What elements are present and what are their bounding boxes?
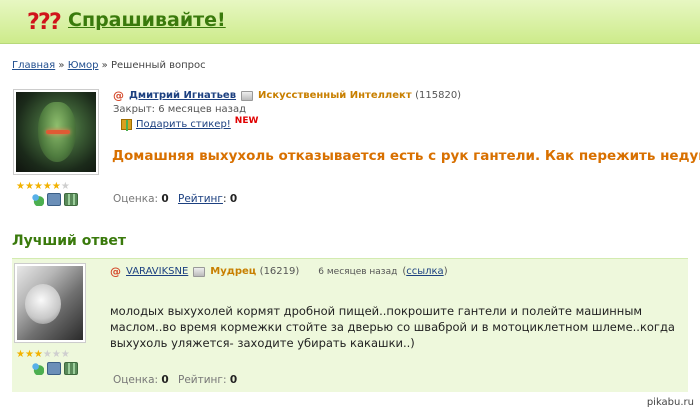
answer-author-icons [30,362,78,375]
breadcrumb-separator: » [55,60,68,71]
answer-body: молодых выхухолей кормят дробной пищей..… [110,304,675,350]
site-title-link[interactable]: Спрашивайте! [68,9,226,31]
at-icon: @ [110,265,121,278]
rating-label: Рейтинг: [178,374,227,386]
question-author-rank: Искусственный Интеллект (115820) [258,90,461,101]
user-icon[interactable] [30,362,44,375]
question-author-icons [30,193,78,206]
rank-label: Искусственный Интеллект [258,90,412,101]
best-answer-heading: Лучший ответ [12,233,126,249]
question-closed-status: Закрыт: 6 месяцев назад [113,104,247,115]
page: ? ? ? Спрашивайте! Главная » Юмор » Реше… [0,0,700,411]
question-title: Домашняя выхухоль отказывается есть с ру… [112,148,700,164]
answer-author-name[interactable]: VARAVIKSNE [126,266,188,277]
paren: ) [443,266,448,277]
rating-value: 0 [229,193,238,205]
star-icon: ★★★★★ [16,181,61,192]
camera-icon[interactable] [47,362,61,375]
star-icon: ★ [60,181,70,192]
question-author-name[interactable]: Дмитрий Игнатьев [129,90,236,101]
score-value: 0 [161,374,169,386]
answer-author-stars: ★★★★★★ [16,349,70,360]
breadcrumb-current: Решенный вопрос [110,60,206,71]
question-score: Оценка: 0 [113,193,169,205]
answer-rating: Рейтинг: 0 [178,374,237,386]
breadcrumb-category-link[interactable]: Юмор [68,60,99,71]
question-rating: Рейтинг: 0 [178,193,237,205]
rank-score: (16219) [259,266,300,277]
rating-colon: : [222,193,227,205]
answer-author-avatar[interactable] [14,263,86,343]
rating-link[interactable]: Рейтинг [178,193,223,205]
answer-author-line: @ VARAVIKSNE Мудрец (16219) 6 месяцев на… [110,265,448,278]
answer-score: Оценка: 0 [113,374,169,386]
breadcrumb-home-link[interactable]: Главная [12,60,55,71]
rating-value: 0 [229,374,238,386]
gift-sticker: Подарить стикер! NEW [121,115,259,131]
breadcrumb-separator: » [98,60,111,71]
site-header: ? ? ? Спрашивайте! [0,0,700,44]
gift-icon [121,119,132,131]
score-label: Оценка: [113,193,159,205]
mail-icon[interactable] [241,90,254,101]
breadcrumb: Главная » Юмор » Решенный вопрос [12,60,206,71]
rank-score: (115820) [415,90,462,101]
video-icon[interactable] [64,193,78,206]
answer-author-rank: Мудрец (16219) [210,266,299,277]
user-icon[interactable] [30,193,44,206]
answer-link[interactable]: ссылка [406,266,443,277]
mail-icon[interactable] [193,266,206,277]
question-author-avatar[interactable] [13,89,99,175]
answer-date: 6 месяцев назад [318,266,398,277]
watermark: pikabu.ru [646,397,694,408]
score-value: 0 [161,193,169,205]
star-icon: ★★★ [42,349,70,360]
score-label: Оценка: [113,374,159,386]
gift-sticker-link[interactable]: Подарить стикер! [136,119,231,130]
question-marks-icon: ? ? ? [27,10,62,33]
question-author-stars: ★★★★★★ [16,181,70,192]
at-icon: @ [113,89,124,102]
video-icon[interactable] [64,362,78,375]
new-badge: NEW [234,115,259,126]
camera-icon[interactable] [47,193,61,206]
star-icon: ★★★ [16,349,43,360]
question-author-line: @ Дмитрий Игнатьев Искусственный Интелле… [113,89,461,102]
rank-label: Мудрец [210,266,257,277]
svg-text:?: ? [49,10,62,33]
answer-permalink: (ссылка) [402,266,447,277]
